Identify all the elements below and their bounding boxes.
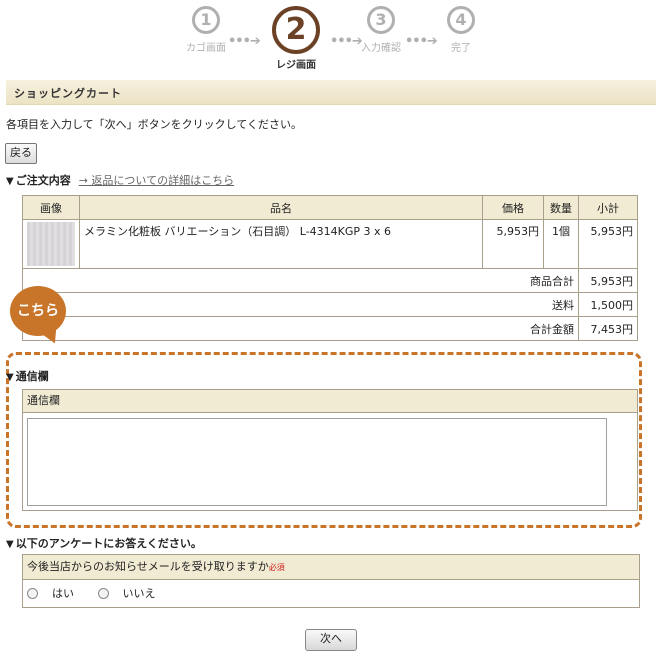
triangle-down-icon: ▼: [6, 176, 14, 187]
back-button[interactable]: 戻る: [5, 143, 37, 164]
col-header-name: 品名: [79, 195, 483, 220]
message-heading-text: 通信欄: [15, 370, 49, 383]
survey-table: 今後当店からのお知らせメールを受け取りますか必須 はい いいえ: [22, 554, 640, 608]
checkout-steps: 1 カゴ画面 •••➔ 2 レジ画面 •••➔ 3 入力確認 •••➔ 4 完了: [0, 6, 660, 74]
step-arrow: •••➔: [405, 34, 438, 49]
survey-question-text: 今後当店からのお知らせメールを受け取りますか: [27, 560, 269, 573]
step-number: 3: [367, 6, 395, 34]
summary-label: 送料: [22, 292, 579, 317]
summary-value: 7,453円: [578, 316, 638, 341]
step-confirm: 3 入力確認: [361, 6, 401, 54]
option-label-yes: はい: [52, 587, 74, 600]
instruction-text: 各項目を入力して「次へ」ボタンをクリックしてください。: [6, 118, 303, 131]
step-number: 1: [192, 6, 220, 34]
col-header-qty: 数量: [543, 195, 579, 220]
summary-label: 合計金額: [22, 316, 579, 341]
page-title: ショッピングカート: [14, 87, 122, 100]
step-register: 2 レジ画面: [272, 6, 320, 71]
order-heading-text: ご注文内容: [15, 174, 71, 187]
step-arrow: •••➔: [228, 34, 261, 49]
triangle-down-icon: ▼: [6, 372, 14, 383]
message-textarea[interactable]: [27, 418, 607, 506]
step-complete: 4 完了: [447, 6, 475, 54]
summary-value: 5,953円: [578, 268, 638, 293]
step-number: 4: [447, 6, 475, 34]
step-cart: 1 カゴ画面: [186, 6, 226, 54]
step-label: 入力確認: [361, 43, 401, 54]
step-label: カゴ画面: [186, 43, 226, 54]
summary-value: 1,500円: [578, 292, 638, 317]
product-thumbnail: [27, 222, 75, 266]
survey-options: はい いいえ: [27, 585, 176, 601]
message-heading: ▼ 通信欄: [6, 368, 49, 384]
return-policy-link[interactable]: → 返品についての詳細はこちら: [79, 174, 234, 187]
survey-question: 今後当店からのお知らせメールを受け取りますか必須: [23, 555, 639, 580]
summary-row-goods: 商品合計 5,953円: [22, 268, 638, 293]
product-subtotal: 5,953円: [578, 219, 638, 269]
col-header-price: 価格: [482, 195, 544, 220]
product-price: 5,953円: [482, 219, 544, 269]
step-number: 2: [272, 6, 320, 54]
radio-no[interactable]: [97, 587, 109, 599]
step-arrow: •••➔: [330, 34, 363, 49]
col-header-subtotal: 小計: [578, 195, 638, 220]
survey-heading-text: 以下のアンケートにお答えください。: [15, 537, 202, 550]
radio-yes[interactable]: [27, 587, 38, 599]
summary-label: 商品合計: [22, 268, 579, 293]
product-name: メラミン化粧板 バリエーション（石目調） L-4314KGP 3 x 6: [79, 219, 483, 269]
order-table: 画像 品名 価格 数量 小計 メラミン化粧板 バリエーション（石目調） L-43…: [22, 195, 638, 341]
summary-row-shipping: 送料 1,500円: [22, 292, 638, 317]
table-row: メラミン化粧板 バリエーション（石目調） L-4314KGP 3 x 6 5,9…: [22, 219, 638, 269]
order-heading: ▼ ご注文内容 → 返品についての詳細はこちら: [6, 172, 234, 188]
callout-bubble: こちら: [10, 286, 66, 336]
col-header-image: 画像: [22, 195, 80, 220]
message-field-label: 通信欄: [23, 390, 637, 413]
page-title-bar: ショッピングカート: [6, 80, 656, 105]
message-table: 通信欄: [22, 389, 638, 511]
next-button[interactable]: 次へ: [305, 629, 357, 651]
product-image-cell: [22, 219, 80, 269]
order-header-row: 画像 品名 価格 数量 小計: [22, 195, 638, 220]
survey-heading: ▼ 以下のアンケートにお答えください。: [6, 535, 202, 551]
step-label: 完了: [451, 43, 471, 54]
product-qty: 1個: [543, 219, 579, 269]
triangle-down-icon: ▼: [6, 539, 14, 550]
option-label-no: いいえ: [122, 587, 156, 600]
summary-row-total: 合計金額 7,453円: [22, 316, 638, 341]
step-label: レジ画面: [276, 60, 316, 71]
required-badge: 必須: [268, 563, 285, 572]
